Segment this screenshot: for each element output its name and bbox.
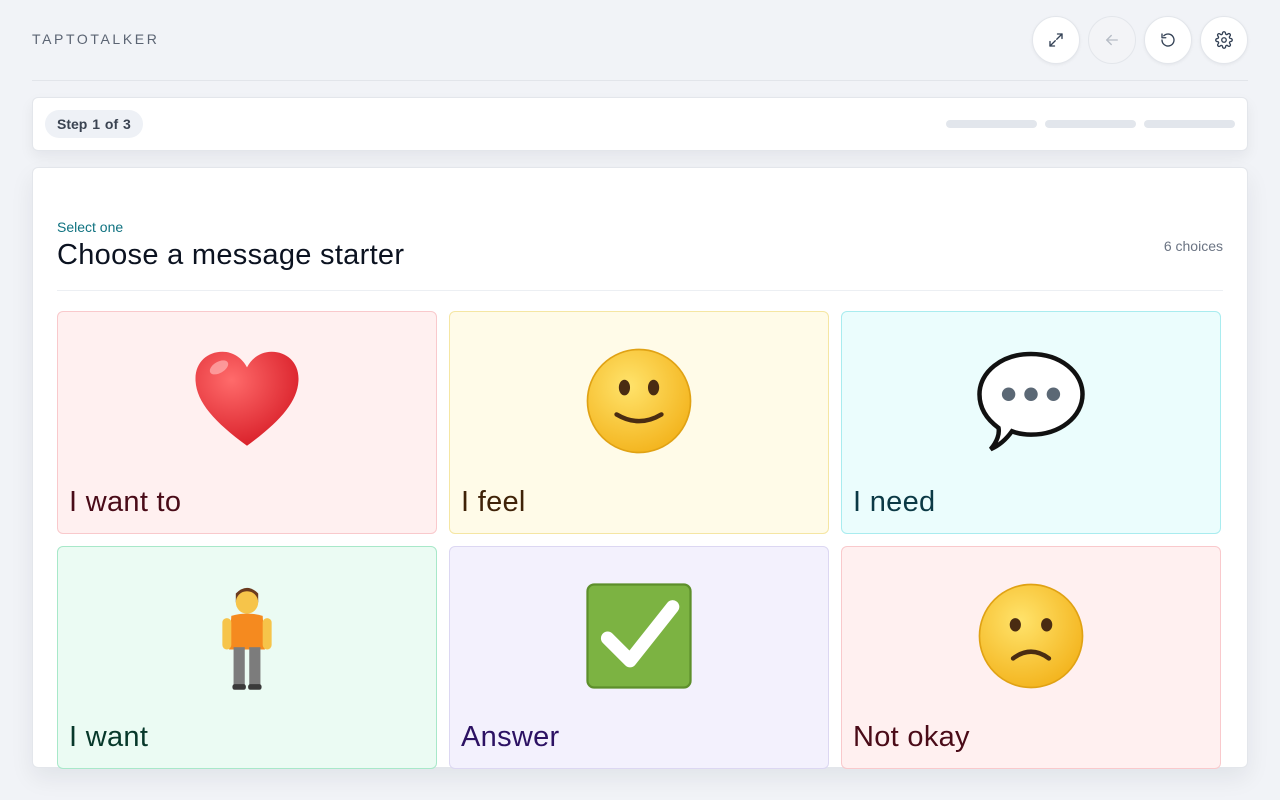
- choice-label: I feel: [461, 486, 526, 518]
- back-arrow-icon: [1106, 34, 1118, 46]
- choice-label: Answer: [461, 721, 560, 753]
- top-bar: TAPTOTALKER: [32, 0, 1248, 81]
- settings-button[interactable]: [1200, 16, 1248, 64]
- choice-i-want[interactable]: I want: [57, 546, 437, 769]
- progress-segment-3: [1144, 120, 1235, 128]
- step-progress: [946, 120, 1235, 128]
- page-title: Choose a message starter: [57, 239, 405, 271]
- gear-icon: [1215, 31, 1233, 49]
- choice-label: I need: [853, 486, 936, 518]
- reset-button[interactable]: [1144, 16, 1192, 64]
- choice-answer[interactable]: Answer: [449, 546, 829, 769]
- step-badge: Step 1 of 3: [45, 110, 143, 138]
- person-standing-icon: [58, 581, 436, 691]
- choice-grid: I want to I feel I need I want Answer No…: [57, 311, 1223, 769]
- progress-segment-2: [1045, 120, 1136, 128]
- choice-i-feel[interactable]: I feel: [449, 311, 829, 534]
- choice-count: 6 choices: [1163, 238, 1223, 254]
- choice-label: I want: [69, 721, 149, 753]
- app-brand: TAPTOTALKER: [32, 31, 160, 47]
- smiling-face-icon: [450, 346, 828, 456]
- speech-bubble-icon: [842, 346, 1220, 456]
- reset-icon: [1161, 33, 1175, 47]
- choice-label: I want to: [69, 486, 182, 518]
- toolbar: [1032, 16, 1248, 64]
- choice-i-want-to[interactable]: I want to: [57, 311, 437, 534]
- choice-i-need[interactable]: I need: [841, 311, 1221, 534]
- progress-segment-1: [946, 120, 1037, 128]
- app-root: TAPTOTALKER Step 1 of 3 Select one Choos…: [0, 0, 1280, 800]
- expand-icon: [1049, 33, 1063, 47]
- frowning-face-icon: [842, 581, 1220, 691]
- choice-card: Select one Choose a message starter 6 ch…: [32, 167, 1248, 769]
- card-header: Select one Choose a message starter 6 ch…: [57, 194, 1223, 291]
- red-heart-icon: [58, 346, 436, 456]
- choice-label: Not okay: [853, 721, 970, 753]
- back-button[interactable]: [1088, 16, 1136, 64]
- step-indicator: Step 1 of 3: [32, 97, 1248, 151]
- eyebrow-text: Select one: [57, 219, 124, 235]
- fullscreen-button[interactable]: [1032, 16, 1080, 64]
- choice-not-okay[interactable]: Not okay: [841, 546, 1221, 769]
- check-mark-button-icon: [450, 581, 828, 691]
